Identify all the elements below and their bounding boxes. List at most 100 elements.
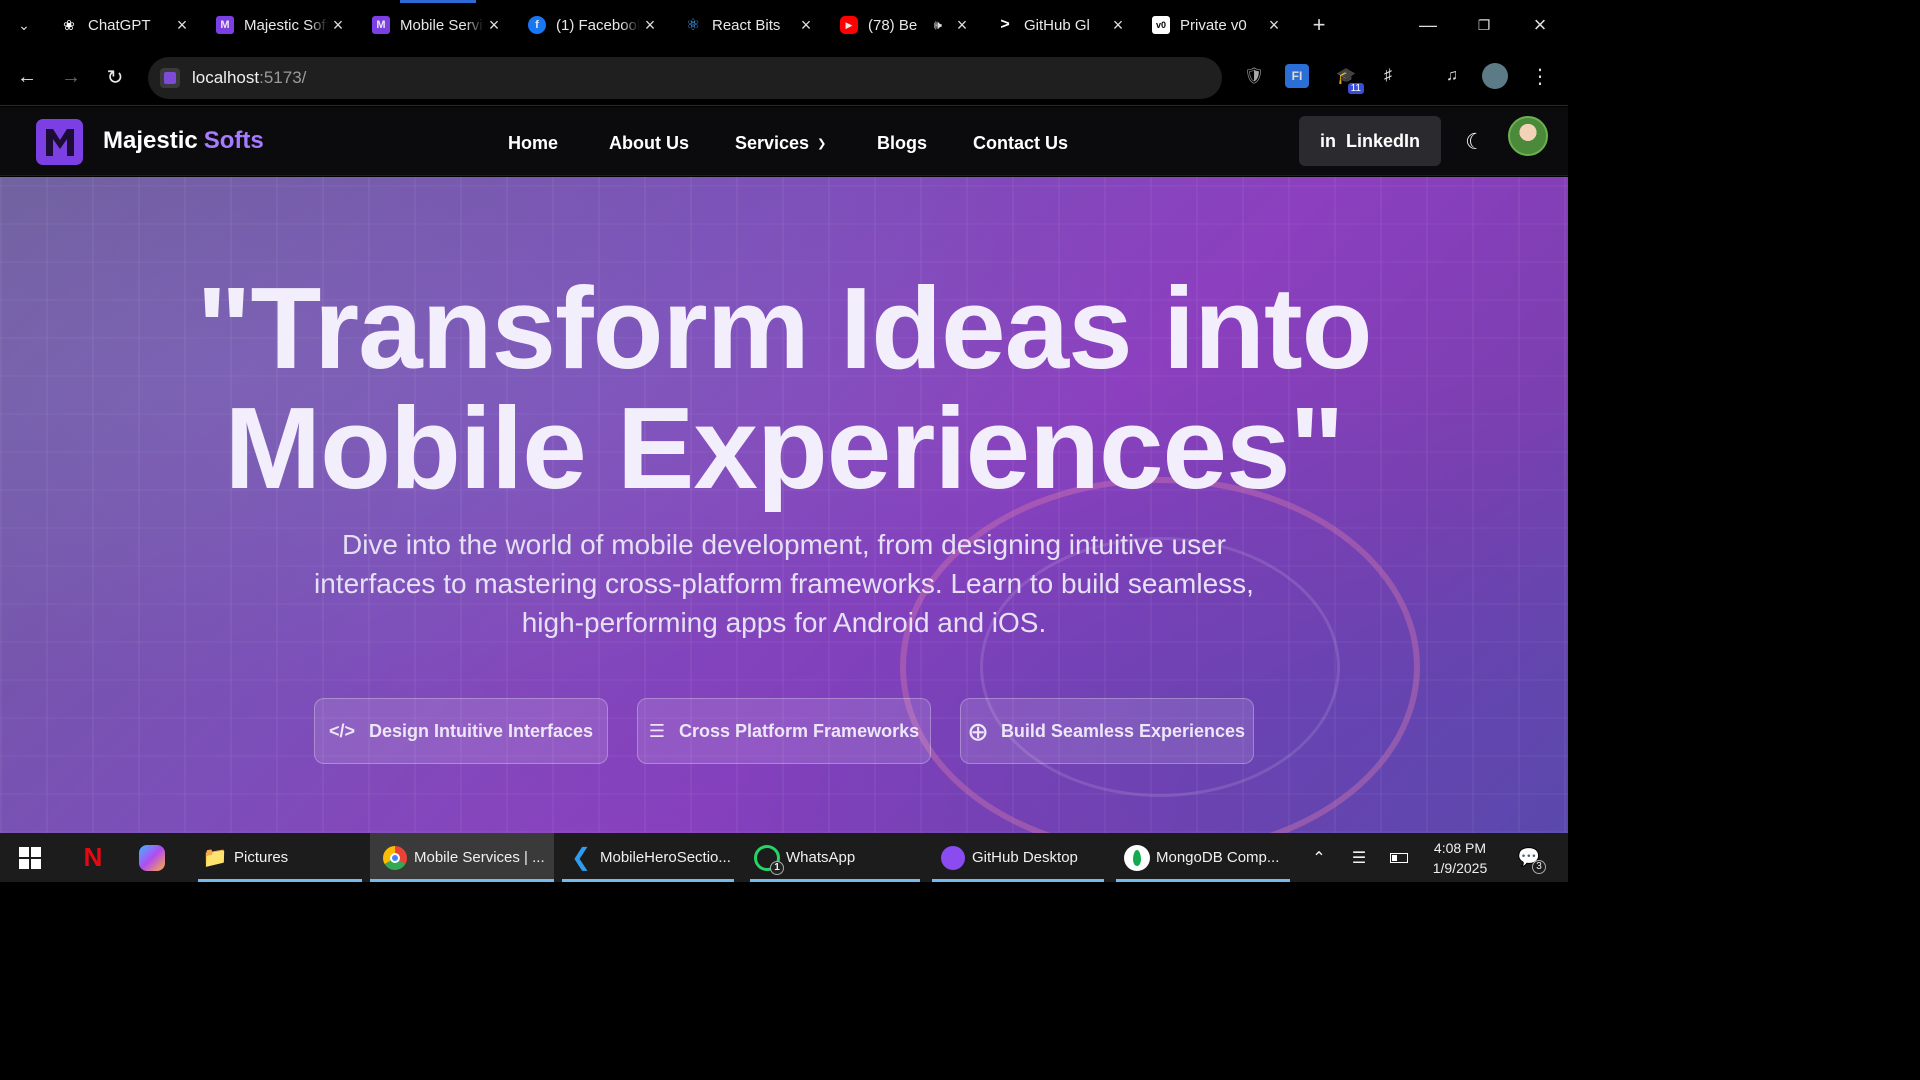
taskbar-clock[interactable]: 4:08 PM 1/9/2025 bbox=[1420, 838, 1500, 878]
tab-github-gl[interactable]: > GitHub Gl × bbox=[984, 0, 1140, 50]
tab-title: ChatGPT bbox=[88, 16, 151, 34]
tab-title: Majestic Softs bbox=[244, 16, 328, 34]
majestic-logo-icon[interactable] bbox=[36, 119, 83, 165]
tab-private-v0[interactable]: v0 Private v0 × bbox=[1140, 0, 1296, 50]
react-bits-icon: ⚛ bbox=[685, 17, 701, 34]
profile-avatar[interactable] bbox=[1482, 63, 1508, 89]
fi-extension-icon[interactable]: FI bbox=[1285, 64, 1309, 88]
address-bar[interactable]: localhost:5173/ bbox=[148, 57, 1222, 99]
facebook-icon: f bbox=[528, 16, 546, 34]
taskbar-chrome[interactable]: Mobile Services | ... bbox=[370, 833, 554, 882]
site-info-icon[interactable] bbox=[160, 68, 180, 88]
tab-search-chevron-icon[interactable]: ⌄ bbox=[0, 0, 48, 50]
battery-icon[interactable] bbox=[1386, 833, 1412, 882]
taskbar-label: Pictures bbox=[234, 849, 289, 866]
clock-date: 1/9/2025 bbox=[1432, 860, 1488, 876]
folder-icon: 📁 bbox=[202, 847, 228, 869]
linkedin-button[interactable]: in LinkedIn bbox=[1299, 116, 1441, 166]
close-icon[interactable]: × bbox=[1108, 15, 1128, 36]
tab-title: Private v0 bbox=[1180, 16, 1247, 34]
media-controls-icon[interactable]: ♫ bbox=[1438, 62, 1466, 90]
taskbar-github-desktop[interactable]: GitHub Desktop bbox=[932, 833, 1104, 882]
vscode-icon: ❮ bbox=[570, 844, 592, 871]
pill-label: Build Seamless Experiences bbox=[1000, 720, 1246, 741]
graduation-cap-extension-icon[interactable]: 🎓 11 bbox=[1332, 62, 1364, 94]
design-interfaces-button[interactable]: </> Design Intuitive Interfaces bbox=[314, 698, 608, 764]
youtube-icon: ▶ bbox=[840, 16, 858, 34]
site-header: Majestic Softs Home About Us Services ❯ Bl… bbox=[0, 107, 1568, 176]
extension-badge: 11 bbox=[1347, 83, 1364, 94]
taskbar-label: MobileHeroSectio... bbox=[600, 849, 731, 866]
tab-chatgpt[interactable]: ❀ ChatGPT × bbox=[48, 0, 204, 50]
tab-facebook[interactable]: f (1) Facebook × bbox=[516, 0, 672, 50]
hero-title-line-1: "Transform Ideas into bbox=[196, 263, 1373, 393]
speaker-icon[interactable]: 🕪 bbox=[934, 17, 942, 33]
puzzle-extensions-icon[interactable]: ♯ bbox=[1374, 62, 1402, 90]
new-tab-button[interactable]: + bbox=[1296, 12, 1342, 38]
netflix-icon[interactable]: N bbox=[78, 833, 108, 882]
chatgpt-icon: ❀ bbox=[63, 16, 75, 33]
reload-icon[interactable]: ↻ bbox=[93, 58, 137, 98]
linkedin-label: LinkedIn bbox=[1345, 130, 1420, 151]
chrome-icon bbox=[382, 845, 408, 871]
taskbar-mongodb[interactable]: MongoDB Comp... bbox=[1116, 833, 1290, 882]
forward-arrow-icon[interactable]: → bbox=[49, 58, 93, 98]
tab-title: (78) Be bbox=[868, 16, 918, 34]
shield-extension-icon[interactable]: 🛡 bbox=[1240, 62, 1268, 90]
windows-start-icon[interactable] bbox=[14, 833, 46, 882]
close-icon[interactable]: × bbox=[952, 15, 972, 36]
majestic-icon: M bbox=[372, 16, 390, 34]
tray-chevron-up-icon[interactable]: ⌃ bbox=[1306, 833, 1332, 882]
nav-home[interactable]: Home bbox=[508, 133, 558, 154]
taskbar-vscode[interactable]: ❮ MobileHeroSectio... bbox=[562, 833, 734, 882]
majestic-icon: M bbox=[216, 16, 234, 34]
terminal-icon: > bbox=[1000, 16, 1010, 33]
nav-about-us[interactable]: About Us bbox=[609, 133, 689, 154]
taskbar-whatsapp[interactable]: 1 WhatsApp bbox=[750, 833, 920, 882]
tab-majestic[interactable]: M Majestic Softs × bbox=[204, 0, 360, 50]
nav-blogs[interactable]: Blogs bbox=[877, 133, 927, 154]
restore-button[interactable]: ❐ bbox=[1456, 0, 1512, 50]
compass-icon: ⨁ bbox=[968, 720, 987, 741]
m-logo-glyph bbox=[45, 129, 74, 156]
close-icon[interactable]: × bbox=[796, 15, 816, 36]
taskbar-label: MongoDB Comp... bbox=[1156, 849, 1280, 866]
nav-services-label: Services bbox=[735, 133, 810, 153]
taskbar-label: GitHub Desktop bbox=[972, 849, 1078, 866]
windows-taskbar: N 📁 Pictures Mobile Services | ... ❮ Mob… bbox=[0, 833, 1568, 882]
cross-platform-button[interactable]: ☰ Cross Platform Frameworks bbox=[637, 698, 931, 764]
wifi-icon[interactable]: ☰ bbox=[1346, 833, 1372, 882]
close-window-button[interactable]: × bbox=[1512, 0, 1568, 50]
tab-title: GitHub Gl bbox=[1024, 16, 1090, 34]
clock-time: 4:08 PM bbox=[1433, 840, 1487, 856]
url-host: localhost bbox=[192, 68, 260, 87]
kebab-menu-icon[interactable]: ⋮ bbox=[1526, 62, 1554, 90]
close-icon[interactable]: × bbox=[1264, 15, 1284, 36]
nav-contact-us[interactable]: Contact Us bbox=[973, 133, 1068, 154]
browser-tab-strip: ⌄ ❀ ChatGPT × M Majestic Softs × M Mobil… bbox=[0, 0, 1568, 50]
tab-title: React Bits bbox=[712, 16, 781, 34]
taskbar-label: Mobile Services | ... bbox=[414, 849, 545, 866]
close-icon[interactable]: × bbox=[172, 15, 192, 36]
seamless-experiences-button[interactable]: ⨁ Build Seamless Experiences bbox=[960, 698, 1254, 764]
notifications-icon[interactable]: 💬 3 bbox=[1514, 833, 1546, 882]
copilot-icon[interactable] bbox=[136, 833, 168, 882]
brand-name[interactable]: Majestic Softs bbox=[103, 127, 264, 155]
tab-youtube[interactable]: ▶ (78) Be 🕪 × bbox=[828, 0, 984, 50]
taskbar-pictures[interactable]: 📁 Pictures bbox=[198, 833, 362, 882]
chevron-down-icon: ❯ bbox=[817, 138, 827, 150]
nav-services[interactable]: Services ❯ bbox=[735, 133, 826, 154]
hero-title-line-2: Mobile Experiences" bbox=[224, 383, 1344, 513]
v0-icon: v0 bbox=[1152, 16, 1170, 34]
close-icon[interactable]: × bbox=[640, 15, 660, 36]
back-arrow-icon[interactable]: ← bbox=[5, 58, 49, 98]
whatsapp-icon: 1 bbox=[754, 844, 784, 875]
moon-icon[interactable]: ☾ bbox=[1460, 127, 1490, 157]
tab-react-bits[interactable]: ⚛ React Bits × bbox=[672, 0, 828, 50]
brand-main: Majestic bbox=[103, 127, 198, 154]
minimize-button[interactable]: — bbox=[1400, 0, 1456, 50]
user-avatar[interactable] bbox=[1508, 116, 1548, 156]
close-icon[interactable]: × bbox=[328, 15, 348, 36]
tab-mobile-services[interactable]: M Mobile Services × bbox=[360, 0, 516, 50]
close-icon[interactable]: × bbox=[484, 15, 504, 36]
